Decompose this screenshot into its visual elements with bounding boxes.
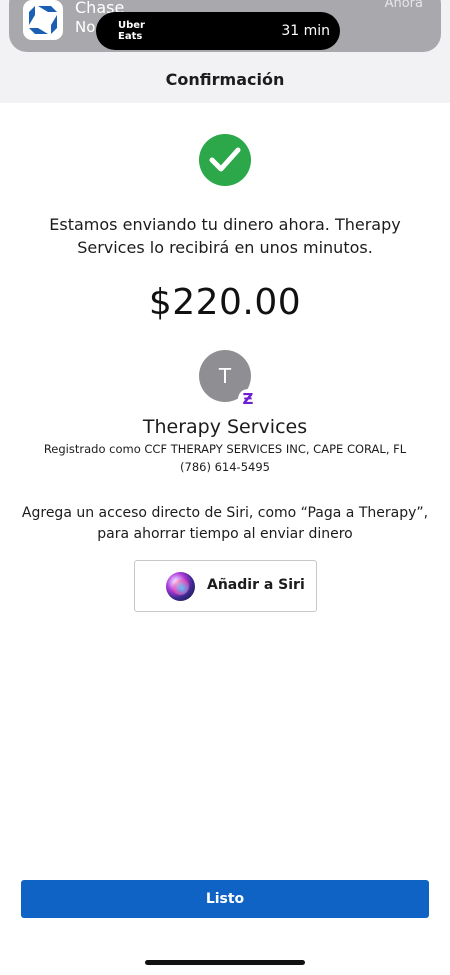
done-button[interactable]: Listo <box>21 880 429 918</box>
logo-line-1: Uber <box>118 20 145 31</box>
uber-eats-logo: Uber Eats <box>118 20 145 42</box>
recipient-phone: (786) 614-5495 <box>180 460 270 474</box>
home-indicator[interactable] <box>145 960 305 965</box>
page-title: Confirmación <box>165 70 285 89</box>
delivery-eta: 31 min <box>281 23 330 39</box>
add-to-siri-button[interactable]: Añadir a Siri <box>134 560 317 612</box>
notification-subtitle: No <box>75 18 96 36</box>
add-to-siri-label: Añadir a Siri <box>207 577 305 593</box>
siri-icon <box>166 572 195 601</box>
confirmation-screen: Chase No Ahora Uber Eats 31 min Confirma… <box>0 0 450 975</box>
live-activity-pill[interactable]: Uber Eats 31 min <box>96 12 340 50</box>
success-checkmark-icon <box>199 134 251 186</box>
logo-line-2: Eats <box>118 31 143 42</box>
siri-shortcut-prompt: Agrega un acceso directo de Siri, como “… <box>21 505 429 542</box>
top-bar: Chase No Ahora Uber Eats 31 min Confirma… <box>0 0 450 103</box>
chase-logo-icon <box>23 0 63 40</box>
recipient-name: Therapy Services <box>142 416 308 438</box>
recipient-registration: Registrado como CCF THERAPY SERVICES INC… <box>43 442 407 456</box>
transfer-amount: $220.00 <box>148 282 302 323</box>
notification-time: Ahora <box>384 0 423 11</box>
zelle-badge-icon: Ƶ <box>238 389 258 409</box>
confirmation-message: Estamos enviando tu dinero ahora. Therap… <box>49 215 401 257</box>
